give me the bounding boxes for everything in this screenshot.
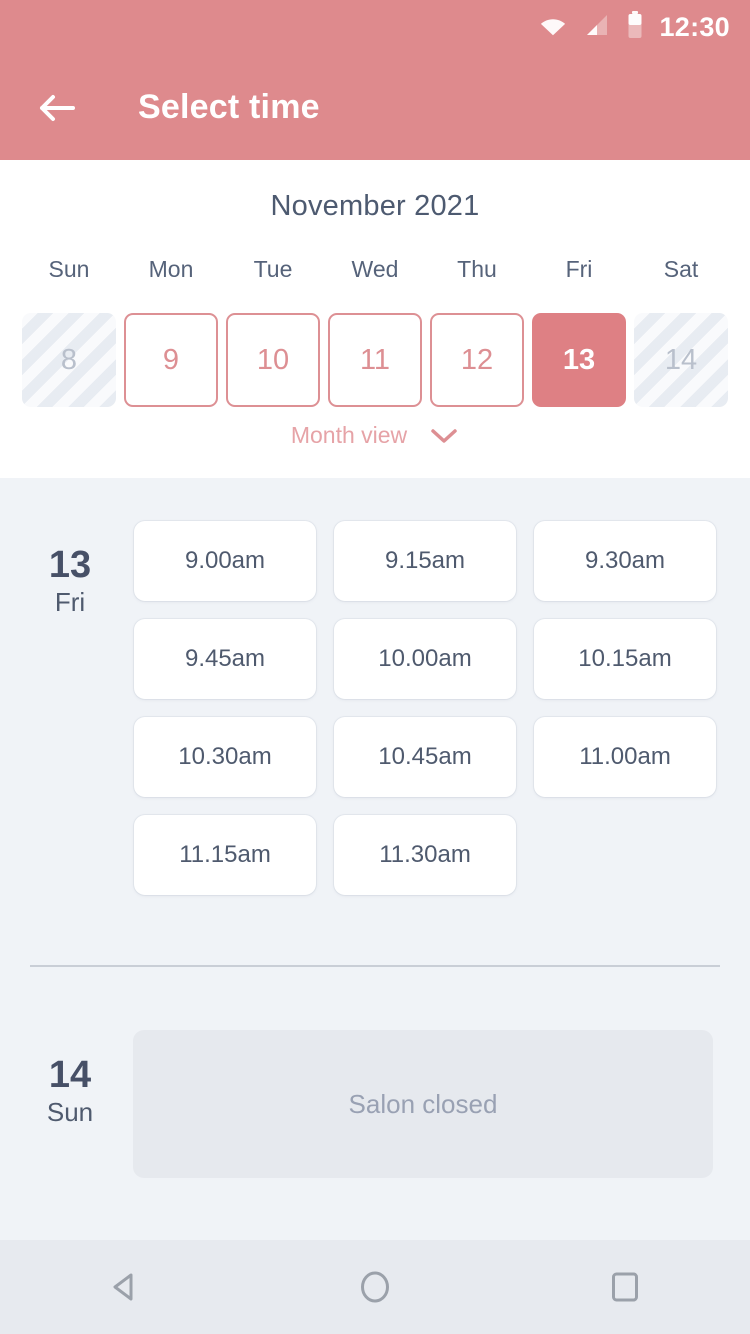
recents-square-icon — [612, 1272, 638, 1302]
status-bar: 12:30 — [0, 0, 750, 55]
app-screen: 12:30 Select time November 2021 Sun Mon … — [0, 0, 750, 1334]
time-slot-chip[interactable]: 9.45am — [134, 619, 316, 699]
salon-closed-notice: Salon closed — [133, 1030, 713, 1178]
battery-icon — [627, 11, 643, 44]
calendar-day-9[interactable]: 9 — [124, 313, 218, 407]
time-slot-chip[interactable]: 10.45am — [334, 717, 516, 797]
calendar-weekday-row: Sun Mon Tue Wed Thu Fri Sat — [22, 256, 728, 283]
time-slot-chip[interactable]: 10.00am — [334, 619, 516, 699]
calendar-day-12[interactable]: 12 — [430, 313, 524, 407]
month-view-label: Month view — [290, 422, 408, 448]
time-slot-chip[interactable]: 10.15am — [534, 619, 716, 699]
time-slot-chip[interactable]: 10.30am — [134, 717, 316, 797]
weekday-label: Sat — [663, 256, 699, 282]
calendar-day-11[interactable]: 11 — [328, 313, 422, 407]
calendar-day-8: 8 — [22, 313, 116, 407]
android-nav-bar — [0, 1240, 750, 1334]
time-slot-grid: 9.00am 9.15am 9.30am 9.45am 10.00am 10.1… — [134, 521, 718, 895]
calendar-day-row: 8 9 10 11 12 13 14 — [22, 313, 728, 407]
month-view-toggle[interactable]: Month view — [0, 422, 750, 449]
status-bar-icons — [539, 11, 643, 44]
home-circle-icon — [361, 1271, 389, 1303]
back-button[interactable] — [22, 73, 92, 143]
calendar-day-number: 13 — [562, 343, 596, 376]
nav-back-button[interactable] — [0, 1240, 250, 1334]
wifi-icon — [539, 14, 567, 41]
chevron-down-icon — [431, 428, 457, 443]
calendar-day-13-selected[interactable]: 13 — [532, 313, 626, 407]
calendar-month-title: November 2021 — [270, 190, 480, 222]
section-divider — [30, 965, 720, 967]
time-slot-chip[interactable]: 11.15am — [134, 815, 316, 895]
arrow-left-icon — [40, 94, 75, 121]
slot-group-day-of-week: Fri — [54, 586, 86, 617]
cell-signal-icon — [584, 13, 610, 42]
calendar-day-number: 8 — [60, 343, 78, 376]
time-slot-chip[interactable]: 9.00am — [134, 521, 316, 601]
status-bar-clock: 12:30 — [659, 12, 730, 42]
weekday-label: Thu — [457, 256, 497, 282]
calendar-day-number: 9 — [162, 343, 180, 376]
app-bar: Select time — [0, 55, 750, 160]
slot-group-day-number: 13 — [48, 544, 92, 586]
calendar-day-14: 14 — [634, 313, 728, 407]
calendar-day-number: 14 — [664, 343, 698, 376]
slot-group-day-of-week: Sun — [46, 1096, 94, 1127]
calendar-day-number: 11 — [359, 343, 391, 376]
time-slot-chip[interactable]: 9.30am — [534, 521, 716, 601]
weekday-label: Tue — [253, 256, 293, 282]
time-slots-panel: 13 Fri 9.00am 9.15am 9.30am 9.45am 10.00… — [0, 478, 750, 1240]
nav-recents-button[interactable] — [500, 1240, 750, 1334]
weekday-label: Mon — [148, 256, 194, 282]
nav-home-button[interactable] — [250, 1240, 500, 1334]
time-slot-chip[interactable]: 11.00am — [534, 717, 716, 797]
back-triangle-icon — [113, 1273, 133, 1301]
calendar-day-number: 10 — [256, 343, 290, 376]
calendar-day-10[interactable]: 10 — [226, 313, 320, 407]
weekday-label: Fri — [565, 256, 593, 282]
weekday-label: Wed — [351, 256, 399, 282]
time-slot-chip[interactable]: 11.30am — [334, 815, 516, 895]
calendar-panel: November 2021 Sun Mon Tue Wed Thu Fri Sa… — [0, 160, 750, 478]
weekday-label: Sun — [48, 256, 90, 282]
slot-group-day-label-14: 14 Sun — [24, 1054, 116, 1128]
calendar-day-number: 12 — [460, 343, 494, 376]
page-title: Select time — [138, 88, 320, 126]
slot-group-day-number: 14 — [48, 1054, 92, 1096]
slot-group-day-label-13: 13 Fri — [24, 544, 116, 618]
time-slot-chip[interactable]: 9.15am — [334, 521, 516, 601]
